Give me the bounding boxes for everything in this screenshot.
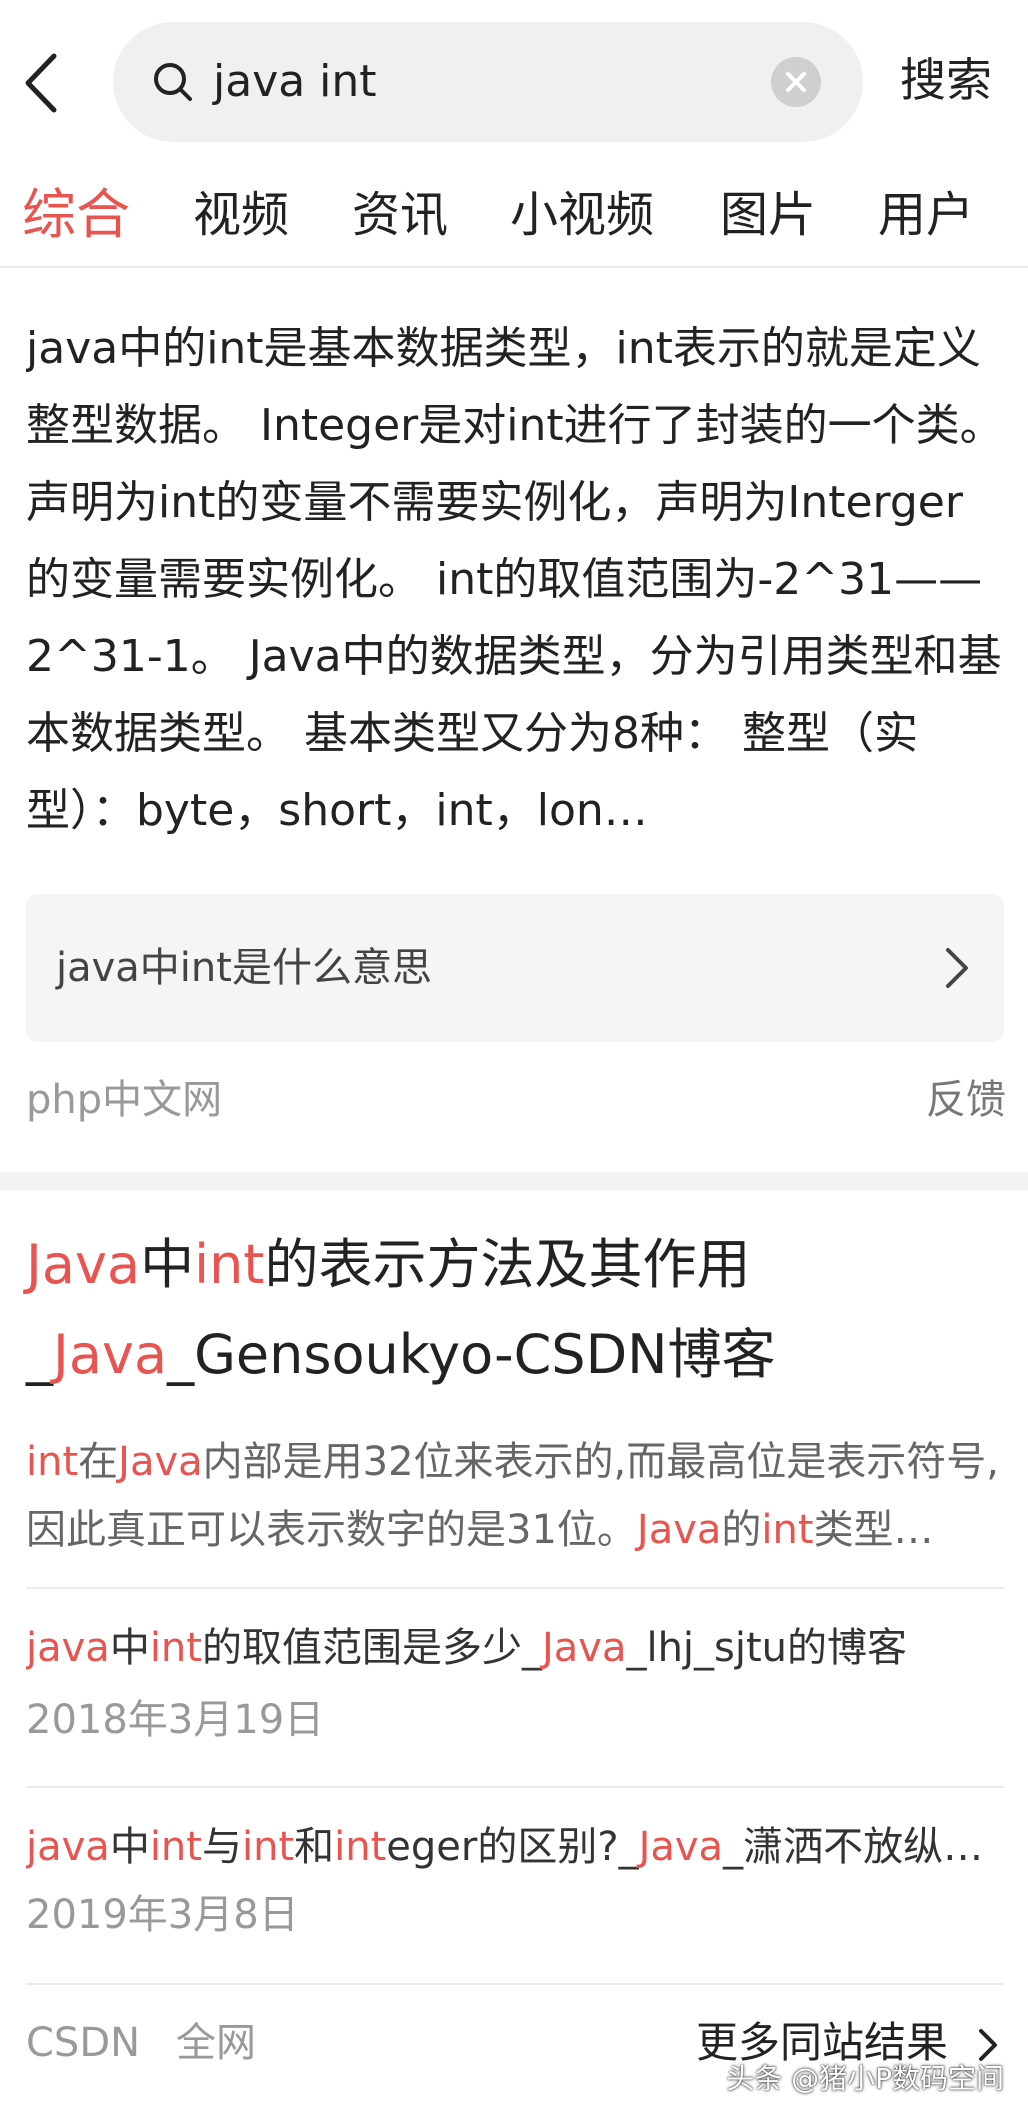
scope-label[interactable]: 全网: [176, 2020, 256, 2066]
snippet-text: 类型…: [813, 1507, 934, 1553]
tab-short-video[interactable]: 小视频: [510, 165, 654, 265]
sub-title-keyword: java: [26, 1625, 110, 1671]
snippet-keyword: Java: [118, 1439, 203, 1485]
sub-title-text: 中: [109, 1824, 150, 1870]
title-keyword: int: [194, 1233, 265, 1296]
sub-title-text: 与: [201, 1824, 242, 1870]
search-input[interactable]: java int: [213, 22, 377, 142]
sub-title-keyword: Java: [541, 1625, 627, 1671]
section-divider: [0, 1172, 1028, 1190]
result-footer-source: CSDN 全网: [26, 2013, 256, 2073]
answer-card: java中的int是基本数据类型，int表示的就是定义整型数据。 Integer…: [0, 270, 1028, 1175]
related-query-link[interactable]: java中int是什么意思: [26, 894, 1004, 1042]
snippet-keyword: Java: [636, 1507, 722, 1553]
sub-title-text: 的取值范围是多少_: [201, 1625, 542, 1671]
result-snippet: int在Java内部是用32位来表示的,而最高位是表示符号,因此真正可以表示数字…: [26, 1428, 1006, 1564]
row-divider: [26, 1786, 1004, 1788]
answer-source[interactable]: php中文网: [26, 1070, 222, 1130]
sub-result-title[interactable]: java中int与int和integer的区别?_Java_潇洒不放纵的…: [26, 1817, 1006, 1877]
tab-news[interactable]: 资讯: [352, 165, 448, 265]
sub-title-keyword: Java: [638, 1824, 724, 1870]
back-arrow-icon: [25, 53, 57, 113]
row-divider: [26, 1587, 1004, 1589]
sub-title-text: _潇洒不放纵的…: [723, 1824, 1006, 1870]
clear-button[interactable]: [771, 57, 821, 107]
sub-title-text: 中: [109, 1625, 150, 1671]
sub-title-keyword: java: [26, 1824, 110, 1870]
title-keyword: Java: [53, 1323, 168, 1386]
sub-result-date: 2019年3月8日: [26, 1892, 299, 1938]
result-title[interactable]: Java中int的表示方法及其作用_Java_Gensoukyo-CSDN博客: [26, 1220, 1006, 1400]
snippet-text: 在: [78, 1439, 119, 1485]
result-card: Java中int的表示方法及其作用_Java_Gensoukyo-CSDN博客 …: [0, 1190, 1028, 2111]
sub-title-keyword: int: [149, 1625, 202, 1671]
sub-title-keyword: int: [241, 1824, 295, 1870]
sub-title-text: 和: [294, 1824, 335, 1870]
tab-all[interactable]: 综合: [22, 165, 130, 265]
title-keyword: Java: [26, 1233, 141, 1296]
watermark: 头条 @猪小P数码空间: [726, 2062, 1004, 2095]
answer-summary[interactable]: java中的int是基本数据类型，int表示的就是定义整型数据。 Integer…: [26, 310, 1006, 850]
snippet-text: 的: [721, 1507, 762, 1553]
back-button[interactable]: [20, 48, 60, 118]
clear-icon: [786, 72, 806, 92]
snippet-keyword: int: [26, 1439, 79, 1485]
title-text: _Gensoukyo-CSDN博客: [167, 1323, 776, 1386]
tab-users[interactable]: 用户: [878, 165, 974, 265]
feedback-button[interactable]: 反馈: [926, 1070, 1006, 1130]
search-button[interactable]: 搜索: [900, 40, 992, 120]
sub-title-text: eger的区别?_: [386, 1824, 639, 1870]
search-header: java int 搜索: [0, 0, 1028, 165]
sub-result-date: 2018年3月19日: [26, 1697, 325, 1743]
sub-result-title[interactable]: java中int的取值范围是多少_Java_lhj_sjtu的博客: [26, 1618, 1006, 1678]
search-icon: [154, 63, 192, 101]
tab-video[interactable]: 视频: [193, 165, 289, 265]
sub-title-text: _lhj_sjtu的博客: [626, 1625, 908, 1671]
sub-title-keyword: int: [149, 1824, 202, 1870]
title-text: 中: [140, 1233, 195, 1296]
category-tabs: 综合 视频 资讯 小视频 图片 用户: [0, 165, 1028, 268]
search-box[interactable]: java int: [113, 22, 863, 142]
snippet-keyword: int: [761, 1507, 814, 1553]
sub-title-keyword: int: [334, 1824, 387, 1870]
site-label[interactable]: CSDN: [26, 2020, 140, 2066]
related-query-label: java中int是什么意思: [56, 945, 432, 991]
tab-images[interactable]: 图片: [720, 165, 816, 265]
row-divider: [26, 1983, 1004, 1985]
chevron-right-icon: [946, 948, 968, 988]
